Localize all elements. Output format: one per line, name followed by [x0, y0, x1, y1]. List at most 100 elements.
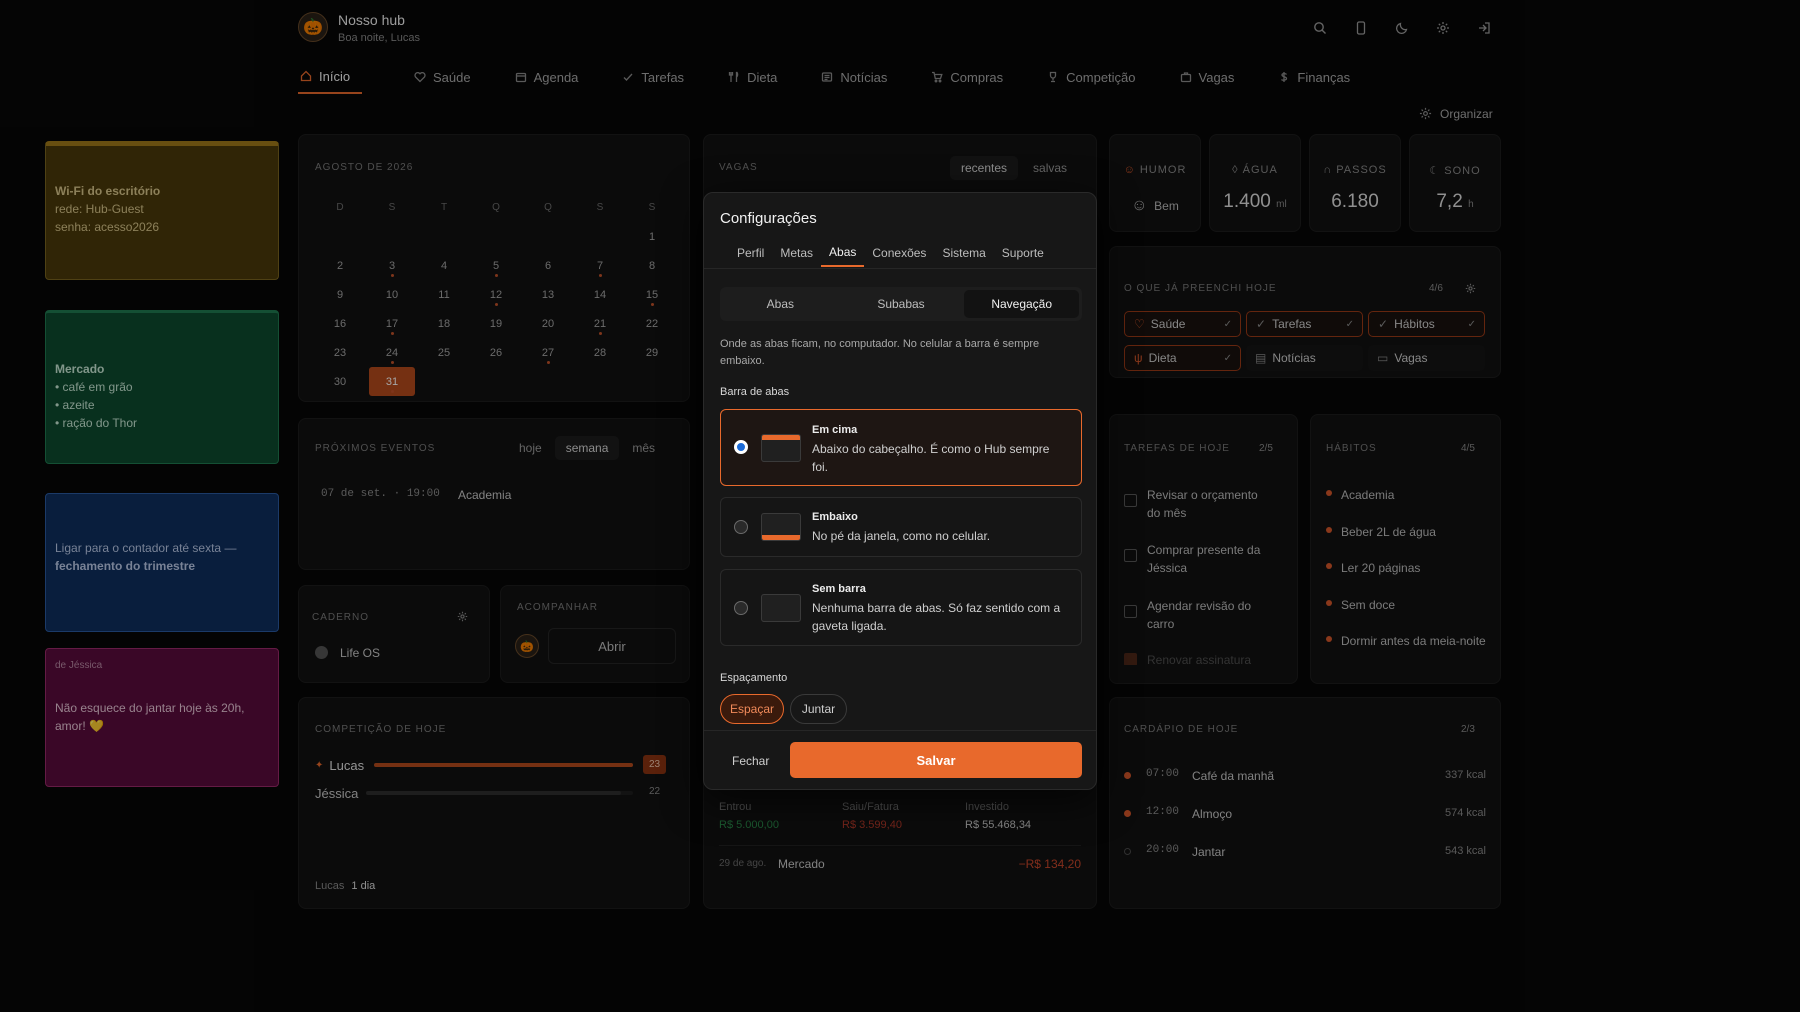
calendar-day[interactable]: 27 — [522, 338, 574, 367]
chip-saude[interactable]: ♡ Saúde ✓ — [1124, 311, 1241, 337]
calendar-day[interactable]: 12 — [470, 280, 522, 309]
save-button[interactable]: Salvar — [790, 742, 1082, 778]
calendar-day[interactable]: 1 — [626, 222, 678, 251]
habit-item[interactable]: Ler 20 páginas — [1326, 559, 1420, 577]
tab-agenda[interactable]: Agenda — [513, 60, 581, 94]
subtab-navegacao[interactable]: Navegação — [964, 290, 1080, 318]
calendar-day[interactable]: 26 — [470, 338, 522, 367]
calendar-day[interactable]: 24 — [366, 338, 418, 367]
calendar-day[interactable]: 14 — [574, 280, 626, 309]
calendar-day[interactable]: 15 — [626, 280, 678, 309]
habit-item[interactable]: Academia — [1326, 486, 1394, 504]
calendar-day[interactable]: 3 — [366, 251, 418, 280]
calendar-day[interactable]: 18 — [418, 309, 470, 338]
calendar-day[interactable]: 2 — [314, 251, 366, 280]
calendar-day[interactable]: 9 — [314, 280, 366, 309]
tab-perfil[interactable]: Perfil — [729, 239, 772, 267]
spacing-espacar-button[interactable]: Espaçar — [720, 694, 784, 724]
stat-agua[interactable]: ◊ ÁGUA 1.400 ml — [1209, 134, 1301, 232]
moon-icon[interactable] — [1392, 18, 1412, 38]
calendar-day[interactable]: 17 — [366, 309, 418, 338]
filter-salvas[interactable]: salvas — [1022, 156, 1078, 180]
checkbox[interactable] — [1124, 605, 1137, 618]
meal-item[interactable]: 20:00 Jantar 543 kcal — [1124, 844, 1486, 864]
gear-icon[interactable] — [1433, 18, 1453, 38]
meal-item[interactable]: 07:00 Café da manhã 337 kcal — [1124, 768, 1486, 788]
option-em-cima[interactable]: Em cima Abaixo do cabeçalho. É como o Hu… — [720, 409, 1082, 486]
sticky-note-wifi[interactable]: Wi-Fi do escritório rede: Hub-Guest senh… — [45, 141, 279, 280]
calendar-day[interactable]: 23 — [314, 338, 366, 367]
checkbox[interactable] — [1124, 653, 1137, 665]
meal-item[interactable]: 12:00 Almoço 574 kcal — [1124, 806, 1486, 826]
organize-button[interactable]: Organizar — [1419, 107, 1493, 121]
open-button[interactable]: Abrir — [548, 628, 676, 664]
option-sem-barra[interactable]: Sem barra Nenhuma barra de abas. Só faz … — [720, 569, 1082, 646]
tab-inicio[interactable]: Início — [298, 60, 362, 94]
filter-hoje[interactable]: hoje — [508, 436, 553, 460]
phone-icon[interactable] — [1351, 18, 1371, 38]
logout-icon[interactable] — [1474, 18, 1494, 38]
tab-sistema[interactable]: Sistema — [934, 239, 993, 267]
task-item[interactable]: Comprar presente da Jéssica — [1124, 541, 1272, 577]
tab-abas[interactable]: Abas — [821, 239, 865, 267]
calendar-day[interactable]: 10 — [366, 280, 418, 309]
task-item[interactable]: Renovar assinatura — [1124, 651, 1272, 665]
chip-habitos[interactable]: ✓ Hábitos ✓ — [1368, 311, 1485, 337]
calendar-day[interactable]: 5 — [470, 251, 522, 280]
tab-suporte[interactable]: Suporte — [994, 239, 1052, 267]
habit-item[interactable]: Beber 2L de água — [1326, 523, 1436, 541]
calendar-day[interactable]: 16 — [314, 309, 366, 338]
chip-dieta[interactable]: ψ Dieta ✓ — [1124, 345, 1241, 371]
search-icon[interactable] — [1310, 18, 1330, 38]
tab-noticias[interactable]: Notícias — [819, 60, 889, 94]
gear-icon[interactable] — [457, 611, 468, 622]
calendar-day[interactable]: 21 — [574, 309, 626, 338]
tab-tarefas[interactable]: Tarefas — [620, 60, 686, 94]
calendar-day[interactable]: 13 — [522, 280, 574, 309]
task-item[interactable]: Agendar revisão do carro — [1124, 597, 1272, 633]
notebook-item[interactable]: Life OS — [340, 646, 380, 660]
task-item[interactable]: Revisar o orçamento do mês — [1124, 486, 1272, 522]
calendar-day[interactable]: 11 — [418, 280, 470, 309]
calendar-day[interactable]: 19 — [470, 309, 522, 338]
spacing-juntar-button[interactable]: Juntar — [790, 694, 847, 724]
filter-mes[interactable]: mês — [621, 436, 666, 460]
calendar-day[interactable]: 6 — [522, 251, 574, 280]
option-embaixo[interactable]: Embaixo No pé da janela, como no celular… — [720, 497, 1082, 557]
calendar-day[interactable]: 7 — [574, 251, 626, 280]
tab-metas[interactable]: Metas — [772, 239, 821, 267]
tab-compras[interactable]: Compras — [929, 60, 1005, 94]
tab-dieta[interactable]: Dieta — [726, 60, 779, 94]
calendar-day[interactable]: 8 — [626, 251, 678, 280]
habit-item[interactable]: Dormir antes da meia-noite — [1326, 632, 1486, 666]
checkbox[interactable] — [1124, 549, 1137, 562]
tab-saude[interactable]: Saúde — [412, 60, 473, 94]
radio[interactable] — [734, 601, 748, 615]
radio[interactable] — [734, 520, 748, 534]
calendar-day[interactable]: 22 — [626, 309, 678, 338]
calendar-day[interactable]: 29 — [626, 338, 678, 367]
habit-item[interactable]: Sem doce — [1326, 596, 1395, 614]
calendar-day[interactable]: 30 — [314, 367, 366, 396]
gear-icon[interactable] — [1465, 283, 1476, 294]
radio-selected[interactable] — [734, 440, 748, 454]
calendar-day[interactable]: 4 — [418, 251, 470, 280]
event-name[interactable]: Academia — [458, 488, 511, 502]
chip-vagas[interactable]: ▭ Vagas — [1368, 345, 1485, 371]
stat-humor[interactable]: ☺ HUMOR ☺ Bem — [1109, 134, 1201, 232]
tab-financas[interactable]: Finanças — [1276, 60, 1352, 94]
close-button[interactable]: Fechar — [732, 754, 769, 768]
tab-competicao[interactable]: Competição — [1045, 60, 1137, 94]
filter-recentes[interactable]: recentes — [950, 156, 1019, 180]
tx-name[interactable]: Mercado — [778, 857, 825, 871]
chip-noticias[interactable]: ▤ Notícias — [1246, 345, 1363, 371]
filter-semana[interactable]: semana — [554, 436, 620, 460]
sticky-note-market[interactable]: Mercado • café em grão • azeite • ração … — [45, 310, 279, 464]
tab-conexoes[interactable]: Conexões — [864, 239, 934, 267]
sticky-note-accountant[interactable]: Ligar para o contador até sexta — fecham… — [45, 493, 279, 632]
chip-tarefas[interactable]: ✓ Tarefas ✓ — [1246, 311, 1363, 337]
checkbox[interactable] — [1124, 494, 1137, 507]
subtab-abas[interactable]: Abas — [723, 290, 838, 318]
calendar-day-today[interactable]: 31 — [369, 367, 415, 396]
sticky-note-jessica[interactable]: de Jéssica Não esquece do jantar hoje às… — [45, 648, 279, 787]
